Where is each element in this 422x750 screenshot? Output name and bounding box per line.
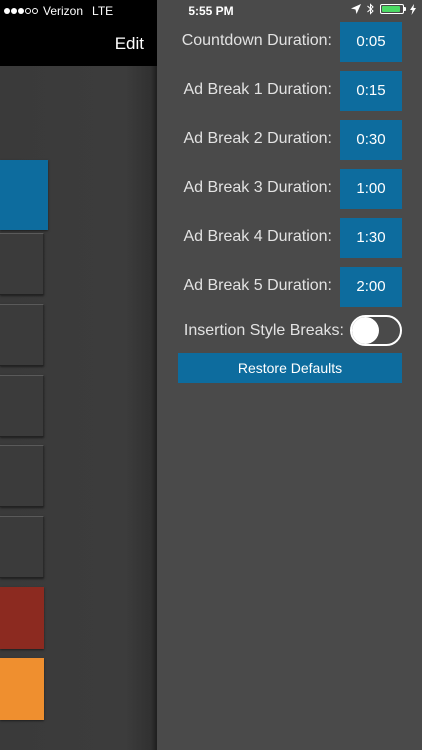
setting-label: Countdown Duration: (181, 32, 332, 49)
edit-button[interactable]: Edit (115, 34, 144, 54)
setting-label: Ad Break 5 Duration: (183, 277, 332, 294)
countdown-duration-button[interactable]: 0:05 (340, 22, 402, 62)
status-right (351, 3, 416, 15)
ad-break-1-duration-button[interactable]: 0:15 (340, 71, 402, 111)
toggle-knob (352, 317, 379, 344)
ad-break-3-duration-button[interactable]: 1:00 (340, 169, 402, 209)
countdown-duration-row: Countdown Duration: 0:05 (157, 22, 422, 62)
restore-defaults-button[interactable]: Restore Defaults (178, 353, 402, 383)
ad-break-5-row: Ad Break 5 Duration: 2:00 (157, 267, 422, 307)
ad-break-2-row: Ad Break 2 Duration: 0:30 (157, 120, 422, 160)
ad-break-2-duration-button[interactable]: 0:30 (340, 120, 402, 160)
main-view: Edit (0, 0, 157, 750)
tile-gray-5[interactable] (0, 516, 44, 578)
tile-gray-2[interactable] (0, 304, 44, 366)
battery-fill (382, 6, 400, 12)
charging-bolt-icon (410, 3, 416, 15)
setting-label: Ad Break 3 Duration: (183, 179, 332, 196)
tile-orange[interactable] (0, 658, 44, 720)
setting-label: Ad Break 2 Duration: (183, 130, 332, 147)
ad-break-1-row: Ad Break 1 Duration: 0:15 (157, 71, 422, 111)
tile-red[interactable] (0, 587, 44, 649)
location-arrow-icon (351, 4, 361, 14)
tile-gray-1[interactable] (0, 233, 44, 295)
status-bar: Verizon LTE 5:55 PM (0, 0, 422, 22)
setting-label: Ad Break 1 Duration: (183, 81, 332, 98)
screen: Edit Verizon LTE 5:55 PM Countdown Durat… (0, 0, 422, 750)
ad-break-5-duration-button[interactable]: 2:00 (340, 267, 402, 307)
setting-label: Ad Break 4 Duration: (183, 228, 332, 245)
ad-break-4-row: Ad Break 4 Duration: 1:30 (157, 218, 422, 258)
tile-gray-3[interactable] (0, 375, 44, 437)
insertion-style-label: Insertion Style Breaks: (183, 322, 344, 339)
battery-icon (380, 4, 406, 14)
ad-break-4-duration-button[interactable]: 1:30 (340, 218, 402, 258)
ad-break-3-row: Ad Break 3 Duration: 1:00 (157, 169, 422, 209)
tile-gray-4[interactable] (0, 445, 44, 507)
insertion-style-toggle[interactable] (350, 315, 402, 346)
bluetooth-icon (367, 3, 374, 15)
tile-blue[interactable] (0, 160, 48, 230)
